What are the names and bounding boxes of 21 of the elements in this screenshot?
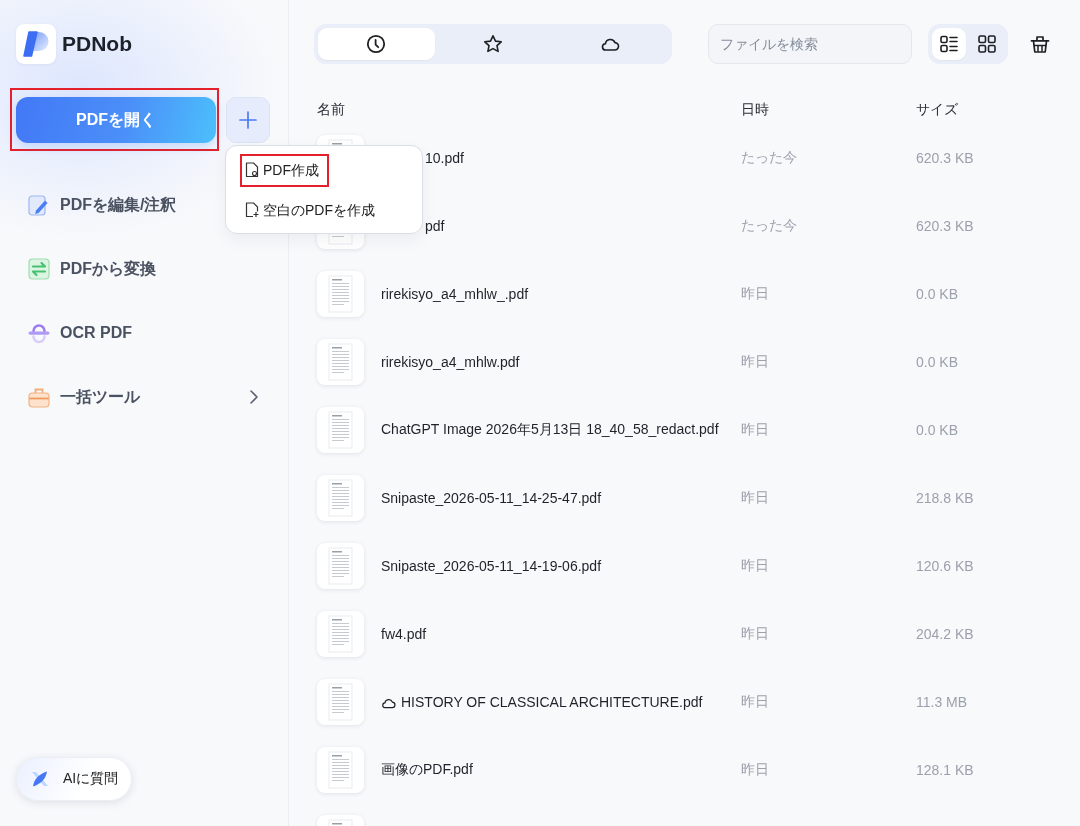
file-size: 620.3 KB (916, 150, 974, 166)
file-size: 120.6 KB (916, 558, 974, 574)
file-size: 0.0 KB (916, 286, 959, 302)
modified-date: 昨日 (741, 557, 769, 575)
modified-date: 昨日 (741, 761, 769, 779)
modified-date: 昨日 (741, 693, 769, 711)
modified-date: 昨日 (741, 489, 769, 507)
modified-date: 昨日 (741, 285, 769, 303)
file-size: 620.3 KB (916, 218, 974, 234)
modified-date: 昨日 (741, 353, 769, 371)
modified-date: 昨日 (741, 421, 769, 439)
file-size: 0.0 KB (916, 354, 959, 370)
file-size: 11.3 MB (916, 694, 968, 710)
modified-date: たった今 (741, 217, 797, 235)
file-size: 204.2 KB (916, 626, 974, 642)
file-size: 0.0 KB (916, 422, 959, 438)
modified-date: たった今 (741, 149, 797, 167)
modified-date: 昨日 (741, 625, 769, 643)
file-size: 218.8 KB (916, 490, 974, 506)
app-name: PDNob (62, 32, 132, 56)
file-size: 128.1 KB (916, 762, 974, 778)
